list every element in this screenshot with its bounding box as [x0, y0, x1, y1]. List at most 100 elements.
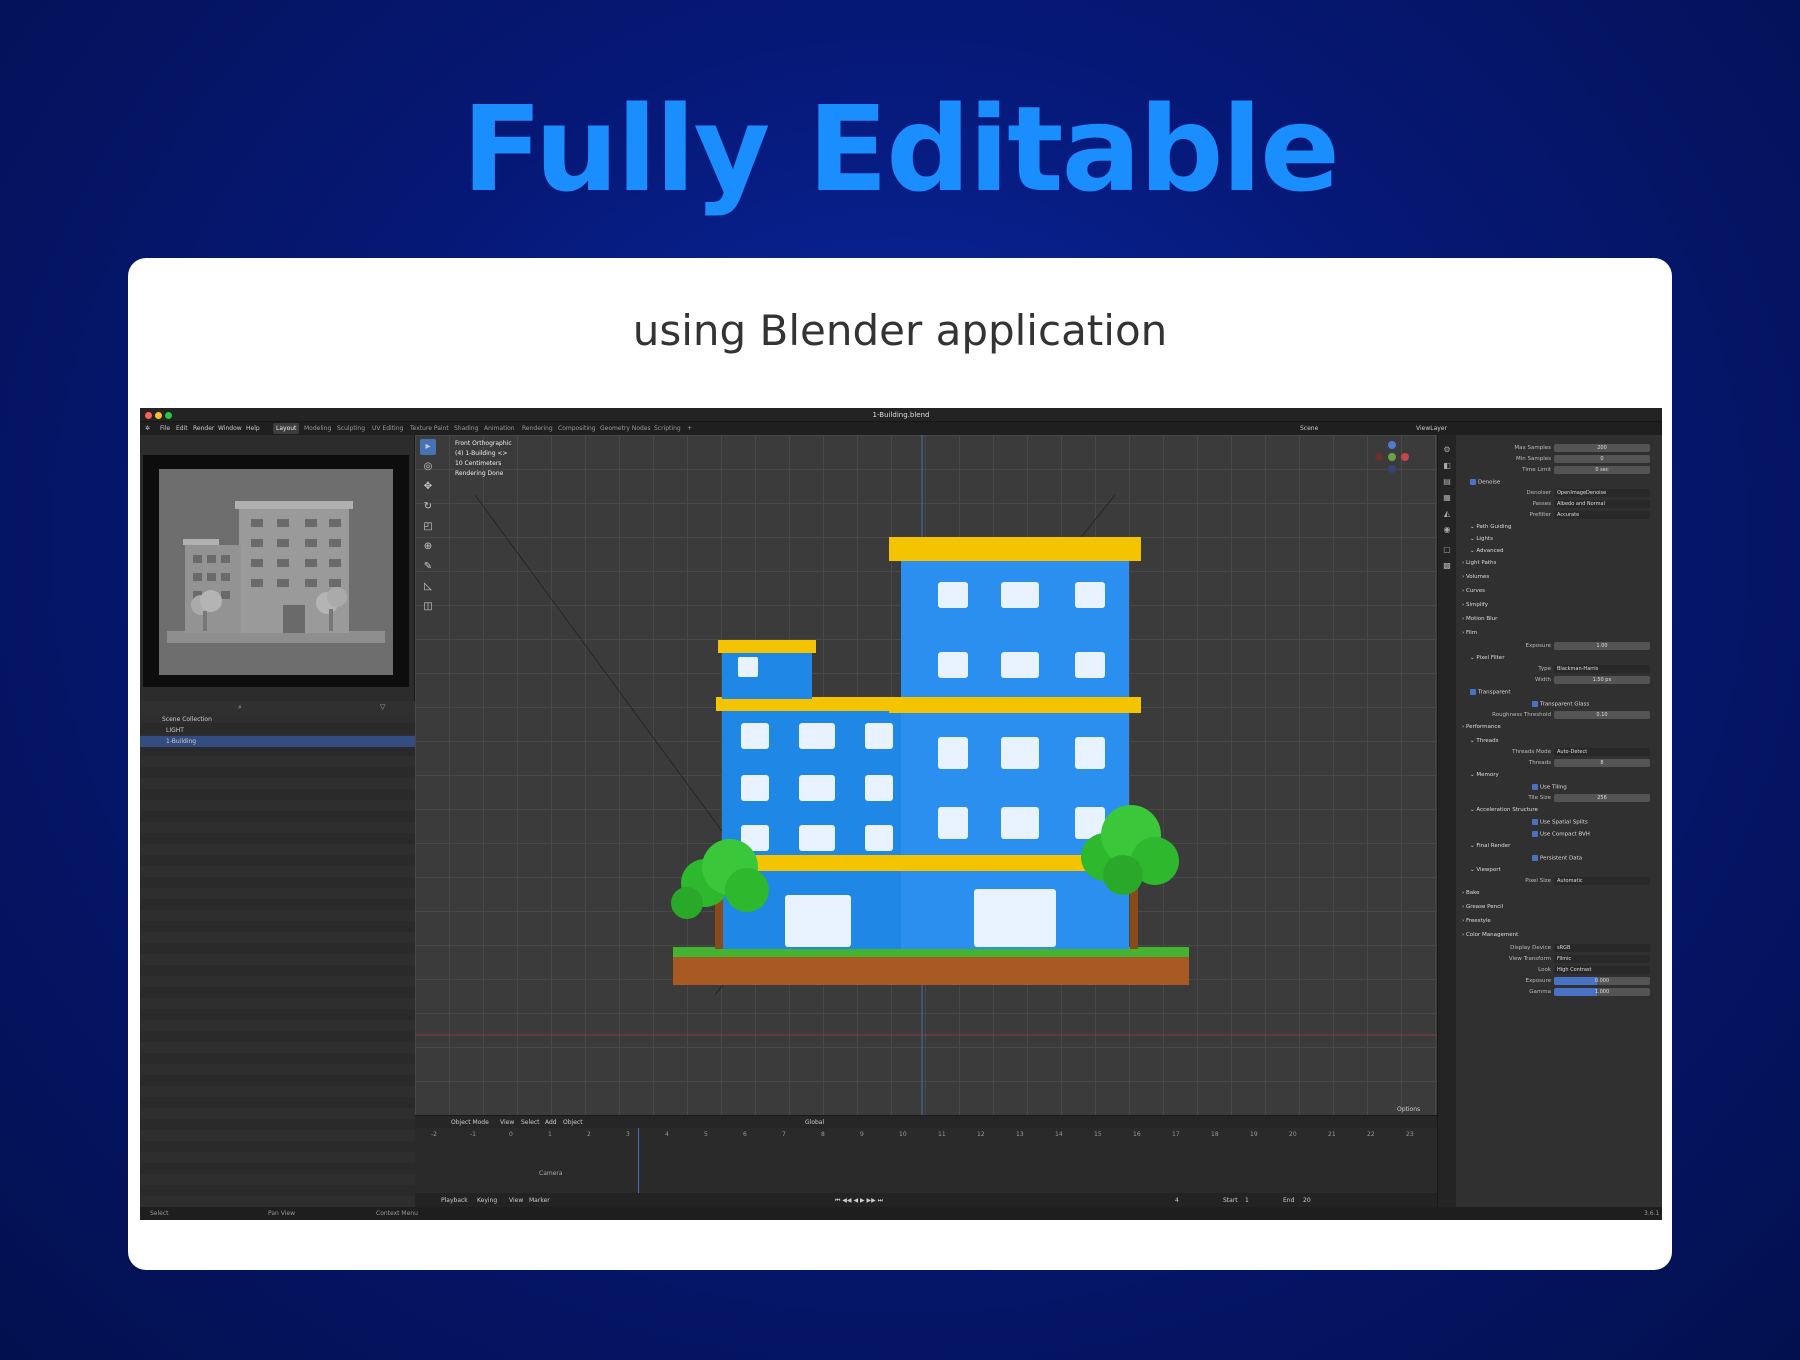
add-workspace-button[interactable]: + [687, 425, 692, 432]
subpanel-header[interactable]: ⌄ Pixel Filter [1470, 655, 1504, 661]
property-dropdown[interactable]: sRGB [1554, 944, 1650, 952]
outliner-root[interactable]: Scene Collection [140, 714, 415, 725]
property-dropdown[interactable]: High Contrast [1554, 966, 1650, 974]
start-frame-field[interactable]: 1 [1245, 1197, 1249, 1204]
panel-header[interactable]: › Bake [1462, 890, 1479, 896]
panel-header[interactable]: › Color Management [1462, 932, 1518, 938]
tab-animation[interactable]: Animation [484, 425, 515, 432]
subpanel-header[interactable]: ⌄ Viewport [1470, 867, 1501, 873]
panel-header[interactable]: › Volumes [1462, 574, 1489, 580]
current-frame-field[interactable]: 4 [1175, 1197, 1179, 1204]
panel-header[interactable]: › Motion Blur [1462, 616, 1497, 622]
panel-header[interactable]: › Light Paths [1462, 560, 1496, 566]
tab-texture-paint[interactable]: Texture Paint [410, 425, 449, 432]
property-checkbox[interactable]: Use Compact BVH [1532, 831, 1590, 838]
property-dropdown[interactable]: OpenImageDenoise [1554, 489, 1650, 497]
tab-layout[interactable]: Layout [273, 423, 300, 434]
timeline-menu-playback[interactable]: Playback [441, 1197, 468, 1204]
property-dropdown[interactable]: Accurate [1554, 511, 1650, 519]
filter-icon[interactable]: ▽ [380, 703, 385, 711]
subpanel-header[interactable]: ⌄ Advanced [1470, 548, 1504, 554]
panel-header[interactable]: › Grease Pencil [1462, 904, 1503, 910]
property-checkbox[interactable]: Denoise [1470, 479, 1500, 486]
view-layer-tab-icon[interactable]: ▦ [1442, 493, 1452, 503]
playhead[interactable] [638, 1128, 639, 1193]
tab-modeling[interactable]: Modeling [304, 425, 331, 432]
property-field[interactable]: 1.50 px [1554, 676, 1650, 684]
subpanel-header[interactable]: ⌄ Final Render [1470, 843, 1510, 849]
material-tab-icon[interactable]: ▩ [1442, 561, 1452, 571]
subpanel-header[interactable]: ⌄ Lights [1470, 536, 1493, 542]
property-field[interactable]: 0 [1554, 455, 1650, 463]
tab-scripting[interactable]: Scripting [654, 425, 681, 432]
timeline-tick: 20 [1289, 1131, 1297, 1138]
content-card: using Blender application 1-Building.ble… [128, 258, 1672, 1270]
outliner-item-building[interactable]: 1-Building [140, 736, 415, 747]
property-field[interactable]: 1.00 [1554, 642, 1650, 650]
viewport-menu-view[interactable]: View [500, 1119, 514, 1126]
timeline-menu-view[interactable]: View [509, 1197, 523, 1204]
viewport-menu-select[interactable]: Select [521, 1119, 540, 1126]
property-field[interactable]: 0 sec [1554, 466, 1650, 474]
subpanel-header[interactable]: ⌄ Memory [1470, 772, 1499, 778]
tab-uv-editing[interactable]: UV Editing [372, 425, 403, 432]
options-menu[interactable]: Options [1397, 1106, 1420, 1113]
tab-rendering[interactable]: Rendering [522, 425, 553, 432]
property-dropdown[interactable]: Albedo and Normal [1554, 500, 1650, 508]
panel-header[interactable]: › Performance [1462, 724, 1501, 730]
menu-window[interactable]: Window [218, 425, 242, 432]
scene-selector[interactable]: Scene [1300, 425, 1318, 432]
property-checkbox[interactable]: Use Spatial Splits [1532, 819, 1588, 826]
property-field[interactable]: 200 [1554, 444, 1650, 452]
property-checkbox[interactable]: Use Tiling [1532, 784, 1567, 791]
tab-sculpting[interactable]: Sculpting [337, 425, 365, 432]
property-checkbox[interactable]: Transparent [1470, 689, 1511, 696]
timeline-menu-marker[interactable]: Marker [529, 1197, 550, 1204]
blender-logo-icon[interactable]: ✲ [145, 425, 150, 432]
tab-geometry-nodes[interactable]: Geometry Nodes [600, 425, 651, 432]
property-field[interactable]: 256 [1554, 794, 1650, 802]
property-dropdown[interactable]: Blackman-Harris [1554, 665, 1650, 673]
3d-viewport[interactable]: ▸ ◎ ✥ ↻ ◰ ⊕ ✎ ◺ ◫ Front Orthographic (4)… [415, 435, 1437, 1115]
panel-header[interactable]: › Simplify [1462, 602, 1488, 608]
panel-header[interactable]: › Freestyle [1462, 918, 1491, 924]
viewport-menu-add[interactable]: Add [545, 1119, 557, 1126]
mode-selector[interactable]: Object Mode [451, 1119, 489, 1126]
property-field[interactable]: 1.000 [1554, 988, 1650, 996]
menu-edit[interactable]: Edit [176, 425, 188, 432]
object-tab-icon[interactable]: ▢ [1442, 545, 1452, 555]
subpanel-header[interactable]: ⌄ Acceleration Structure [1470, 807, 1538, 813]
viewport-menu-object[interactable]: Object [563, 1119, 583, 1126]
menu-file[interactable]: File [160, 425, 170, 432]
outliner-item-light[interactable]: LIGHT [140, 725, 415, 736]
end-frame-field[interactable]: 20 [1303, 1197, 1311, 1204]
tab-compositing[interactable]: Compositing [558, 425, 596, 432]
property-checkbox[interactable]: Transparent Glass [1532, 701, 1589, 708]
panel-header[interactable]: › Curves [1462, 588, 1485, 594]
property-checkbox[interactable]: Persistent Data [1532, 855, 1582, 862]
menu-help[interactable]: Help [246, 425, 260, 432]
property-field[interactable]: 0.000 [1554, 977, 1650, 985]
outliner-search-icon[interactable]: ⌕ [238, 703, 242, 712]
subpanel-header[interactable]: ⌄ Threads [1470, 738, 1498, 744]
tab-shading[interactable]: Shading [454, 425, 478, 432]
property-row: Type Blackman-Harris [1456, 664, 1662, 675]
panel-header[interactable]: › Film [1462, 630, 1477, 636]
menu-render[interactable]: Render [193, 425, 214, 432]
view-layer-selector[interactable]: ViewLayer [1416, 425, 1447, 432]
output-tab-icon[interactable]: ▤ [1442, 477, 1452, 487]
property-field[interactable]: 8 [1554, 759, 1650, 767]
tool-tab-icon[interactable]: ⚙ [1442, 445, 1452, 455]
subpanel-header[interactable]: ⌄ Path Guiding [1470, 524, 1511, 530]
scene-tab-icon[interactable]: ◭ [1442, 509, 1452, 519]
render-tab-icon[interactable]: ◧ [1442, 461, 1452, 471]
timeline[interactable]: -2 -1 0 1 2 3 4 5 6 7 8 9 10 11 12 13 14 15 16 17 18 19 20 21 22… [415, 1128, 1437, 1193]
world-tab-icon[interactable]: ◉ [1442, 525, 1452, 535]
playback-controls[interactable]: ⏮ ◀◀ ◀ ▶ ▶▶ ⏭ [835, 1197, 883, 1205]
property-dropdown[interactable]: Automatic [1554, 877, 1650, 885]
orientation-selector[interactable]: Global [805, 1119, 824, 1126]
property-dropdown[interactable]: Filmic [1554, 955, 1650, 963]
property-field[interactable]: 0.10 [1554, 711, 1650, 719]
property-dropdown[interactable]: Auto-Detect [1554, 748, 1650, 756]
timeline-menu-keying[interactable]: Keying [477, 1197, 497, 1204]
